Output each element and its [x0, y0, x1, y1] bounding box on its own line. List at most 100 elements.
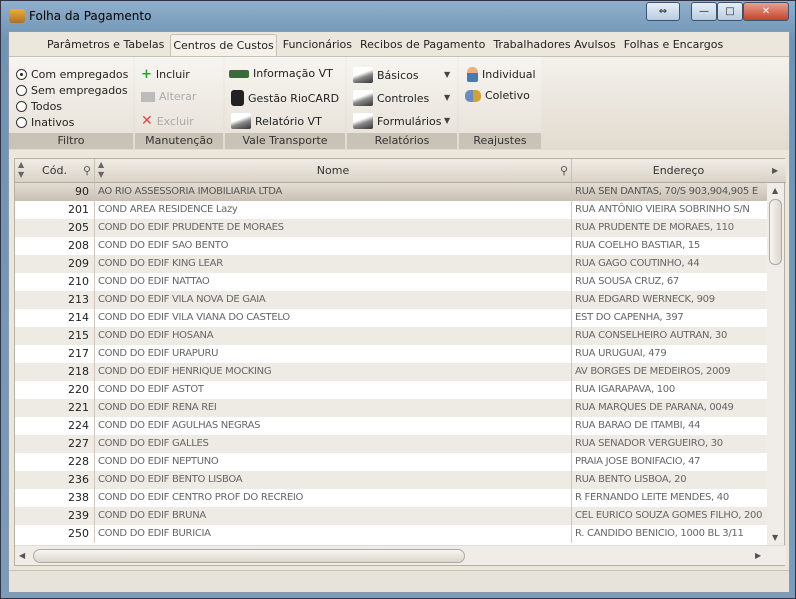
controles-dropdown[interactable]: Controles: [353, 90, 429, 106]
cell-endereco: RUA URUGUAI, 479: [572, 345, 767, 363]
formularios-dropdown[interactable]: Formulários: [353, 113, 442, 129]
table-row[interactable]: 239COND DO EDIF BRUNACEL EURICO SOUZA GO…: [15, 507, 767, 525]
group-relatorios: Básicos ▼ Controles ▼ Formulários ▼ Rela…: [347, 57, 457, 149]
scroll-right-icon[interactable]: ▶: [755, 551, 761, 560]
radio-com-empregados[interactable]: Com empregados: [16, 68, 128, 81]
cell-cod: 221: [15, 399, 95, 417]
table-row[interactable]: 209COND DO EDIF KING LEARRUA GAGO COUTIN…: [15, 255, 767, 273]
dropdown-arrow-icon[interactable]: ▼: [444, 116, 450, 125]
cell-endereco: RUA BARAO DE ITAMBI, 44: [572, 417, 767, 435]
gestao-riocard-button[interactable]: Gestão RioCARD: [231, 90, 339, 106]
restore-button[interactable]: ⇔: [646, 2, 680, 21]
cell-cod: 220: [15, 381, 95, 399]
cell-endereco: RUA SOUSA CRUZ, 67: [572, 273, 767, 291]
informacao-vt-button[interactable]: Informação VT: [229, 67, 333, 80]
sort-icon[interactable]: ▲▼: [18, 160, 24, 180]
table-row[interactable]: 228COND DO EDIF NEPTUNOPRAIA JOSE BONIFA…: [15, 453, 767, 471]
add-icon: +: [141, 67, 152, 82]
dropdown-arrow-icon[interactable]: ▼: [444, 70, 450, 79]
table-row[interactable]: 220COND DO EDIF ASTOTRUA IGARAPAVA, 100: [15, 381, 767, 399]
table-row[interactable]: 238COND DO EDIF CENTRO PROF DO RECREIOR …: [15, 489, 767, 507]
button-label: Controles: [377, 92, 429, 105]
group-manutencao: +Incluir Alterar ✕Excluir Manutenção: [135, 57, 223, 149]
maximize-button[interactable]: □: [717, 2, 743, 21]
scroll-thumb[interactable]: [769, 199, 782, 265]
sort-icon[interactable]: ▲▼: [98, 160, 104, 180]
cell-nome: COND DO EDIF BRUNA: [95, 507, 572, 525]
vertical-scrollbar[interactable]: ▲ ▼: [767, 183, 784, 545]
delete-icon: ✕: [141, 113, 153, 129]
close-button[interactable]: ✕: [743, 2, 789, 21]
table-row[interactable]: 224COND DO EDIF AGULHAS NEGRASRUA BARAO …: [15, 417, 767, 435]
button-label: Alterar: [159, 90, 196, 103]
printer-icon: [231, 113, 251, 129]
horizontal-scrollbar[interactable]: ◀ ▶: [15, 545, 786, 565]
tab-recibos[interactable]: Recibos de Pagamento: [358, 34, 487, 56]
header-endereco[interactable]: Endereço ▶: [572, 159, 785, 183]
table-row[interactable]: 250COND DO EDIF BURICIAR. CANDIDO BENICI…: [15, 525, 767, 543]
table-row[interactable]: 210COND DO EDIF NATTAORUA SOUSA CRUZ, 67: [15, 273, 767, 291]
cell-cod: 224: [15, 417, 95, 435]
tab-folhas-encargos[interactable]: Folhas e Encargos: [622, 34, 725, 56]
tab-funcionarios[interactable]: Funcionários: [281, 34, 354, 56]
cell-endereco: RUA CONSELHEIRO AUTRAN, 30: [572, 327, 767, 345]
cell-cod: 217: [15, 345, 95, 363]
header-cod[interactable]: ▲▼ Cód. ⚲: [15, 159, 95, 183]
window-title: Folha da Pagamento: [29, 9, 151, 23]
radio-inativos[interactable]: Inativos: [16, 116, 74, 129]
scroll-thumb[interactable]: [33, 549, 465, 563]
cell-nome: COND DO EDIF GALLES: [95, 435, 572, 453]
incluir-button[interactable]: +Incluir: [141, 67, 190, 82]
excluir-button[interactable]: ✕Excluir: [141, 113, 194, 129]
table-row[interactable]: 221COND DO EDIF RENA REIRUA MARQUES DE P…: [15, 399, 767, 417]
tab-parametros[interactable]: Parâmetros e Tabelas: [45, 34, 166, 56]
grid-header: ▲▼ Cód. ⚲ ▲▼ Nome ⚲ Endereço ▶: [15, 159, 786, 183]
cell-endereco: RUA IGARAPAVA, 100: [572, 381, 767, 399]
search-icon[interactable]: ⚲: [560, 159, 568, 183]
tab-trabalhadores-avulsos[interactable]: Trabalhadores Avulsos: [491, 34, 617, 56]
table-row[interactable]: 236COND DO EDIF BENTO LISBOARUA BENTO LI…: [15, 471, 767, 489]
header-nome[interactable]: ▲▼ Nome ⚲: [95, 159, 572, 183]
tab-centros-de-custos[interactable]: Centros de Custos: [170, 34, 276, 56]
cell-nome: COND DO EDIF HENRIQUE MOCKING: [95, 363, 572, 381]
relatorio-vt-button[interactable]: Relatório VT: [231, 113, 322, 129]
cell-cod: 228: [15, 453, 95, 471]
scroll-right-icon[interactable]: ▶: [772, 159, 778, 183]
search-icon[interactable]: ⚲: [83, 159, 91, 183]
minimize-button[interactable]: —: [691, 2, 717, 21]
table-row[interactable]: 215COND DO EDIF HOSANARUA CONSELHEIRO AU…: [15, 327, 767, 345]
title-bar: Folha da Pagamento ⇔ — □ ✕: [1, 1, 796, 31]
table-row[interactable]: 217COND DO EDIF URAPURURUA URUGUAI, 479: [15, 345, 767, 363]
cell-nome: COND DO EDIF URAPURU: [95, 345, 572, 363]
client-area: Parâmetros e Tabelas Centros de Custos F…: [8, 31, 790, 593]
cell-nome: COND DO EDIF VILA NOVA DE GAIA: [95, 291, 572, 309]
table-row[interactable]: 208COND DO EDIF SAO BENTORUA COELHO BAST…: [15, 237, 767, 255]
dropdown-arrow-icon[interactable]: ▼: [444, 93, 450, 102]
cell-nome: COND DO EDIF HOSANA: [95, 327, 572, 345]
cell-nome: COND DO EDIF BENTO LISBOA: [95, 471, 572, 489]
radio-todos[interactable]: Todos: [16, 100, 62, 113]
table-row[interactable]: 201COND AREA RESIDENCE LazyRUA ANTÔNIO V…: [15, 201, 767, 219]
table-row[interactable]: 90AO RIO ASSESSORIA IMOBILIARIA LTDARUA …: [15, 183, 767, 201]
scroll-down-icon[interactable]: ▼: [772, 533, 778, 542]
radio-sem-empregados[interactable]: Sem empregados: [16, 84, 128, 97]
radio-icon: [16, 101, 27, 112]
scroll-up-icon[interactable]: ▲: [772, 186, 778, 195]
group-label: Manutenção: [135, 133, 223, 149]
cell-endereco: EST DO CAPENHA, 397: [572, 309, 767, 327]
ribbon-tabs: Parâmetros e Tabelas Centros de Custos F…: [9, 34, 789, 56]
basicos-dropdown[interactable]: Básicos: [353, 67, 419, 83]
table-row[interactable]: 205COND DO EDIF PRUDENTE DE MORAESRUA PR…: [15, 219, 767, 237]
centros-de-custos-grid: ▲▼Cód.⚲ ▲▼Nome⚲ Endereço▶ 90AO RIO ASSES…: [14, 158, 785, 566]
scroll-left-icon[interactable]: ◀: [19, 551, 25, 560]
table-row[interactable]: 218COND DO EDIF HENRIQUE MOCKINGAV BORGE…: [15, 363, 767, 381]
table-row[interactable]: 214COND DO EDIF VILA VIANA DO CASTELOEST…: [15, 309, 767, 327]
header-label: Endereço: [653, 164, 705, 177]
header-label: Cód.: [42, 164, 67, 177]
individual-button[interactable]: Individual: [467, 67, 536, 82]
coletivo-button[interactable]: Coletivo: [465, 89, 530, 102]
table-row[interactable]: 227COND DO EDIF GALLESRUA SENADOR VERGUE…: [15, 435, 767, 453]
table-row[interactable]: 213COND DO EDIF VILA NOVA DE GAIARUA EDG…: [15, 291, 767, 309]
header-label: Nome: [317, 164, 349, 177]
alterar-button[interactable]: Alterar: [141, 90, 196, 103]
